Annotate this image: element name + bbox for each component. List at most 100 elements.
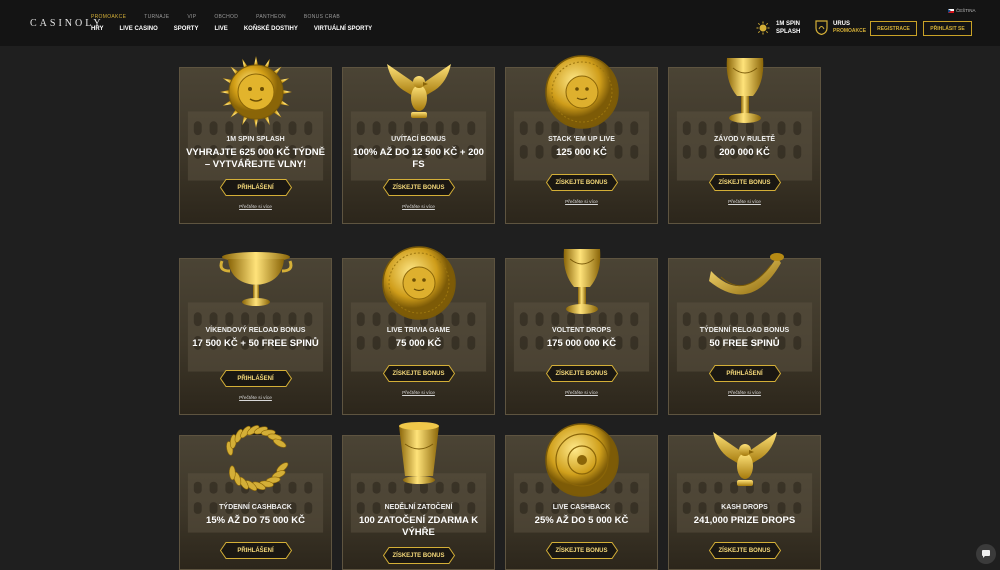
get-bonus-button[interactable]: ZÍSKEJTE BONUS	[545, 542, 618, 559]
czech-flag-icon	[948, 8, 954, 13]
lamborghini-shield-icon	[815, 20, 828, 35]
button-label: PŘIHLÁŠENÍ	[726, 370, 763, 377]
button-label: PŘIHLÁŠENÍ	[237, 547, 274, 554]
get-bonus-button[interactable]: ZÍSKEJTE BONUS	[545, 365, 618, 382]
mainnav-hry[interactable]: HRY	[91, 26, 103, 32]
get-bonus-button[interactable]: ZÍSKEJTE BONUS	[545, 174, 618, 191]
main-navigation: HRY LIVE CASINO SPORTY LIVE KOŇSKÉ DOSTI…	[91, 26, 372, 32]
promo-title: LIVE CASHBACK	[552, 504, 611, 511]
read-more-link[interactable]: Přečtěte si více	[669, 391, 820, 396]
button-label: ZÍSKEJTE BONUS	[555, 547, 608, 554]
eagle-icon	[712, 432, 777, 486]
button-label: ZÍSKEJTE BONUS	[718, 179, 771, 186]
medusa-shield-icon	[544, 55, 619, 129]
button-label: ZÍSKEJTE BONUS	[718, 547, 771, 554]
mainnav-virtualni-sporty[interactable]: VIRTUÁLNÍ SPORTY	[314, 26, 372, 32]
promo-value: 75 000 KČ	[395, 338, 442, 349]
promo-card: VÍKENDOVÝ RELOAD BONUS 17 500 KČ + 50 FR…	[179, 252, 332, 415]
promo-title: ZÁVOD V RULETĚ	[713, 136, 776, 143]
sun-medallion-icon	[219, 56, 292, 128]
read-more-link[interactable]: Přečtěte si více	[669, 200, 820, 205]
kylix-cup-icon	[219, 252, 292, 306]
spin-splash-line1: 1M SPIN	[776, 21, 801, 27]
coin-icon	[544, 423, 619, 497]
chat-button[interactable]	[976, 544, 996, 564]
topnav-bonus-crab[interactable]: BONUS CRAB	[304, 14, 340, 20]
spin-splash-promo[interactable]: 1M SPIN SPLASH	[756, 20, 800, 36]
promo-card: KASH DROPS 241,000 PRIZE DROPS ZÍSKEJTE …	[668, 432, 821, 570]
button-label: ZÍSKEJTE BONUS	[392, 370, 445, 377]
promo-value: 100% AŽ DO 12 500 KČ + 200 FS	[353, 147, 484, 170]
promo-card: UVÍTACÍ BONUS 100% AŽ DO 12 500 KČ + 200…	[342, 64, 495, 224]
promo-title: VÍKENDOVÝ RELOAD BONUS	[205, 327, 306, 334]
promo-card: LIVE TRIVIA GAME 75 000 KČ ZÍSKEJTE BONU…	[342, 246, 495, 415]
promo-card: TÝDENNÍ RELOAD BONUS 50 FREE SPINŮ PŘIHL…	[668, 253, 821, 415]
promo-title: VOLTENT DROPS	[552, 327, 611, 334]
topnav-promoakce[interactable]: PROMOAKCE	[91, 14, 126, 20]
promo-card: VOLTENT DROPS 175 000 000 KČ ZÍSKEJTE BO…	[505, 249, 658, 415]
promo-card: 1M SPIN SPLASH VYHRAJTE 625 000 KČ TÝDNĚ…	[179, 56, 332, 224]
promo-title: KASH DROPS	[721, 504, 768, 511]
get-bonus-button[interactable]: ZÍSKEJTE BONUS	[382, 547, 455, 564]
sun-icon	[756, 21, 770, 35]
urus-promo[interactable]: URUS PROMOAKCE	[815, 20, 866, 35]
topnav-pantheon[interactable]: PANTHEON	[256, 14, 286, 20]
tall-cup-icon	[398, 422, 439, 484]
login-promo-button[interactable]: PŘIHLÁŠENÍ	[708, 365, 781, 382]
laurel-wreath-icon	[225, 425, 288, 491]
goblet-icon	[726, 58, 763, 123]
button-label: ZÍSKEJTE BONUS	[392, 184, 445, 191]
register-button[interactable]: REGISTRACE	[870, 21, 917, 36]
promo-value: 25% AŽ DO 5 000 KČ	[534, 515, 629, 526]
goblet-icon	[563, 249, 600, 314]
get-bonus-button[interactable]: ZÍSKEJTE BONUS	[382, 365, 455, 382]
mainnav-live-casino[interactable]: LIVE CASINO	[119, 26, 157, 32]
mainnav-sporty[interactable]: SPORTY	[174, 26, 199, 32]
read-more-link[interactable]: Přečtěte si více	[506, 200, 657, 205]
login-promo-button[interactable]: PŘIHLÁŠENÍ	[219, 179, 292, 196]
button-label: ZÍSKEJTE BONUS	[555, 370, 608, 377]
login-promo-button[interactable]: PŘIHLÁŠENÍ	[219, 542, 292, 559]
button-label: PŘIHLÁŠENÍ	[237, 375, 274, 382]
medusa-shield-icon	[381, 246, 456, 320]
read-more-link[interactable]: Přečtěte si více	[343, 391, 494, 396]
promo-value: VYHRAJTE 625 000 KČ TÝDNĚ – VYTVÁŘEJTE V…	[186, 147, 325, 170]
read-more-link[interactable]: Přečtěte si více	[180, 205, 331, 210]
eagle-icon	[386, 64, 451, 118]
promo-value: 241,000 PRIZE DROPS	[693, 515, 796, 526]
promo-card: LIVE CASHBACK 25% AŽ DO 5 000 KČ ZÍSKEJT…	[505, 423, 658, 570]
top-navigation: PROMOAKCE TURNAJE VIP OBCHOD PANTHEON BO…	[91, 14, 340, 20]
get-bonus-button[interactable]: ZÍSKEJTE BONUS	[708, 174, 781, 191]
promo-value: 100 ZATOČENÍ ZDARMA K VÝHŘE	[358, 515, 479, 538]
promo-card: TÝDENNÍ CASHBACK 15% AŽ DO 75 000 KČ PŘI…	[179, 425, 332, 570]
mainnav-live[interactable]: LIVE	[214, 26, 227, 32]
promo-title: 1M SPIN SPLASH	[226, 136, 285, 143]
topnav-turnaje[interactable]: TURNAJE	[144, 14, 169, 20]
button-label: ZÍSKEJTE BONUS	[555, 179, 608, 186]
language-selector[interactable]: ČEŠTINA	[948, 8, 976, 13]
get-bonus-button[interactable]: ZÍSKEJTE BONUS	[708, 542, 781, 559]
read-more-link[interactable]: Přečtěte si více	[343, 205, 494, 210]
promo-title: NEDĚLNÍ ZATOČENÍ	[384, 504, 453, 511]
promo-title: STACK 'EM UP LIVE	[548, 136, 615, 143]
get-bonus-button[interactable]: ZÍSKEJTE BONUS	[382, 179, 455, 196]
mainnav-konske-dostihy[interactable]: KOŇSKÉ DOSTIHY	[244, 26, 298, 32]
promo-value: 175 000 000 KČ	[546, 338, 617, 349]
promo-title: UVÍTACÍ BONUS	[391, 136, 446, 143]
urus-line1: URUS	[833, 21, 851, 27]
spin-splash-line2: SPLASH	[776, 29, 801, 35]
topnav-obchod[interactable]: OBCHOD	[214, 14, 238, 20]
topnav-vip[interactable]: VIP	[187, 14, 196, 20]
language-label: ČEŠTINA	[956, 8, 976, 13]
promo-title: LIVE TRIVIA GAME	[386, 327, 451, 334]
promo-value: 50 FREE SPINŮ	[709, 338, 780, 349]
read-more-link[interactable]: Přečtěte si více	[180, 396, 331, 401]
promo-value: 17 500 KČ + 50 FREE SPINŮ	[192, 338, 319, 349]
login-promo-button[interactable]: PŘIHLÁŠENÍ	[219, 370, 292, 387]
read-more-link[interactable]: Přečtěte si více	[506, 391, 657, 396]
login-button[interactable]: PŘIHLÁSIT SE	[923, 21, 972, 36]
promo-value: 15% AŽ DO 75 000 KČ	[206, 515, 305, 526]
promo-value: 200 000 KČ	[719, 147, 770, 158]
promo-value: 125 000 KČ	[556, 147, 607, 158]
button-label: PŘIHLÁŠENÍ	[237, 184, 274, 191]
